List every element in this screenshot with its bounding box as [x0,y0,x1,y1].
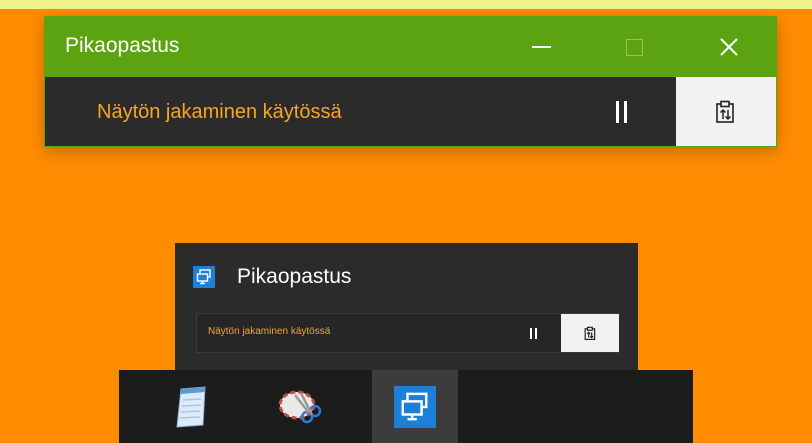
minimize-button[interactable] [508,17,574,77]
pause-icon-bar [534,327,537,339]
clipboard-sync-icon [716,100,734,123]
screen-sharing-status: Näytön jakaminen käytössä [97,101,342,123]
monitor-icon [401,392,428,420]
taskbar [119,370,693,443]
monitor-icon [196,269,211,285]
pause-icon [615,101,619,123]
window-titlebar[interactable]: Pikaopastus [45,17,776,77]
maximize-icon [625,38,643,56]
clipboard-sync-button[interactable] [676,77,776,146]
taskbar-quick-assist-button[interactable] [372,370,458,443]
pause-button[interactable] [601,92,641,132]
maximize-button[interactable] [601,17,667,77]
taskbar-notepad-button[interactable] [148,370,234,443]
preview-status-text: Näytön jakaminen käytössä [208,326,331,337]
pause-icon-bar [623,101,627,123]
window-body: Näytön jakaminen käytössä [45,77,776,146]
quick-assist-icon [394,385,436,428]
preview-thumbnail[interactable]: Näytön jakaminen käytössä [196,313,619,353]
window-title: Pikaopastus [65,34,180,57]
taskbar-thumbnail-preview[interactable]: Pikaopastus Näytön jakaminen käytössä [175,243,638,371]
notepad-icon [176,385,206,428]
preview-title: Pikaopastus [237,265,352,288]
minimize-icon [531,46,551,48]
pause-icon-bar [529,327,532,339]
clipboard-sync-icon [584,326,595,340]
preview-pause-icon [523,324,543,342]
taskbar-snipping-tool-button[interactable] [258,370,344,443]
close-icon [720,38,738,56]
snipping-tool-icon [278,390,322,423]
close-button[interactable] [696,17,762,77]
desktop-top-strip [0,0,812,9]
preview-clipboard-icon [561,314,619,352]
quick-assist-window: Pikaopastus Näytön jakaminen käytössä [44,16,777,147]
quick-assist-icon [193,266,215,288]
